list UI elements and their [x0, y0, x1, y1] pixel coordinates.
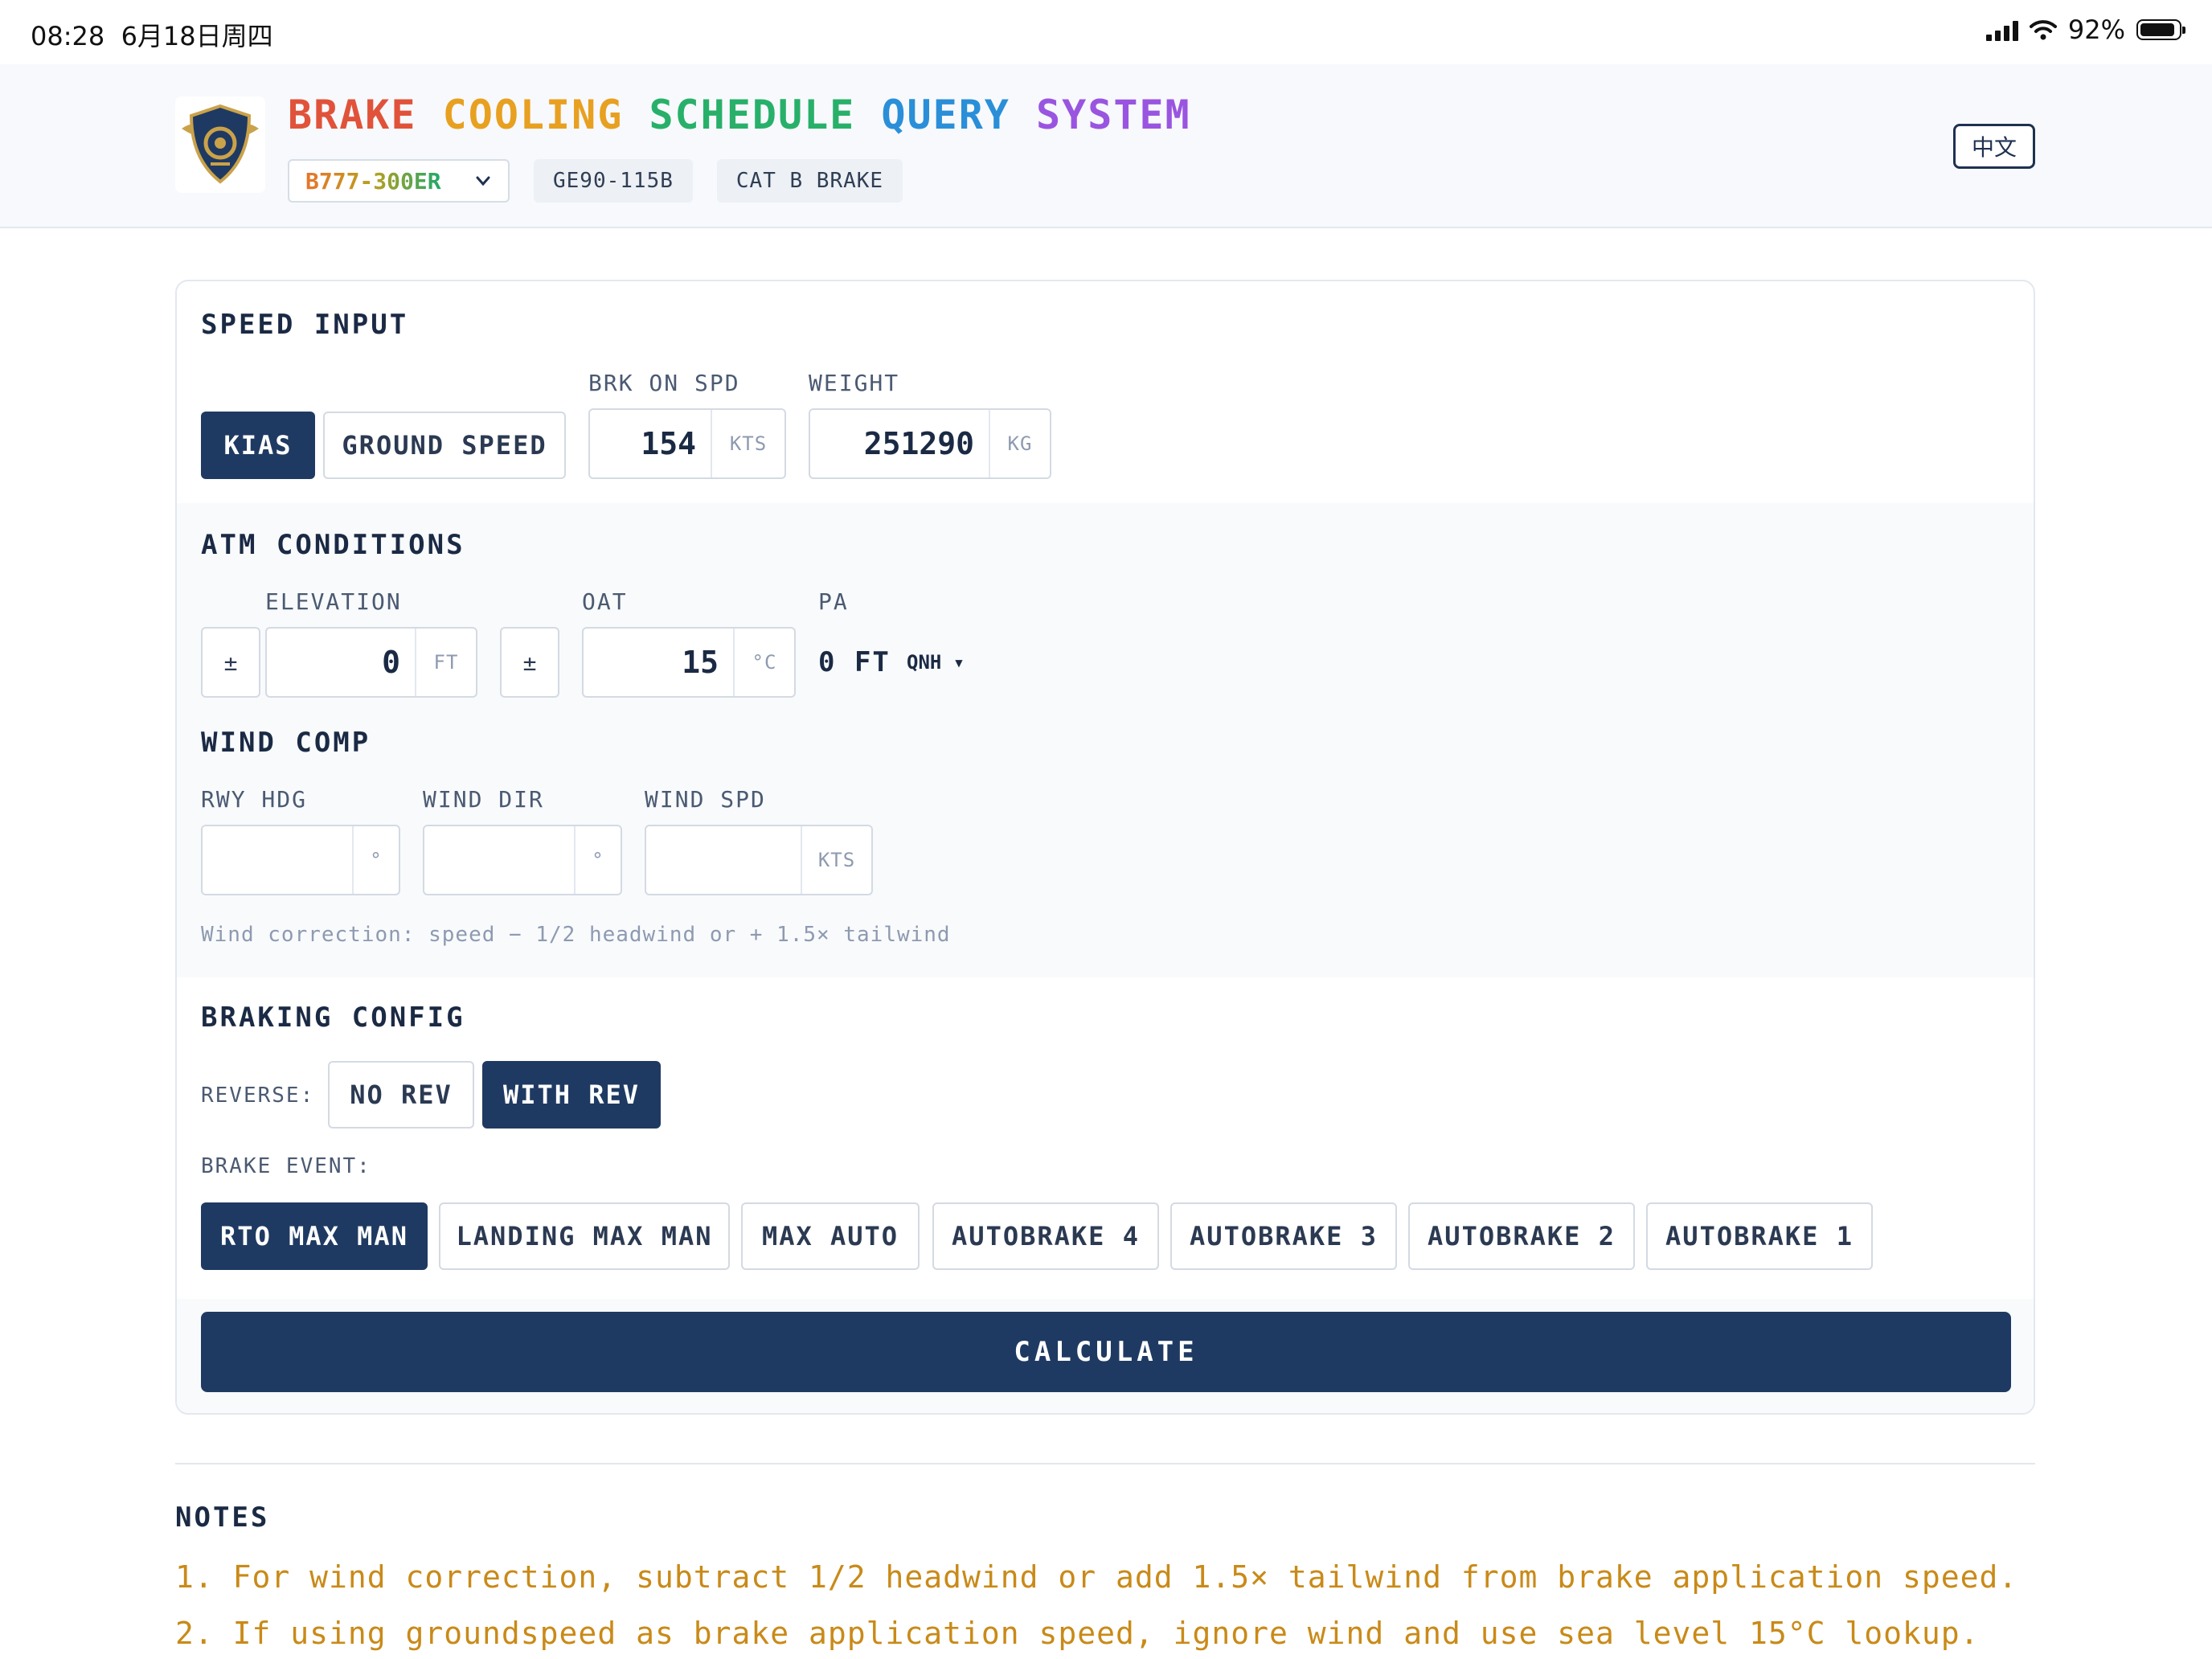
- event-autobrake-2-button[interactable]: AUTOBRAKE 2: [1408, 1202, 1635, 1270]
- section-title-speed-input: SPEED INPUT: [201, 309, 409, 341]
- title-word-4: QUERY: [881, 92, 1010, 138]
- oat-sign-toggle[interactable]: ±: [500, 627, 559, 698]
- weight-label: WEIGHT: [809, 370, 900, 396]
- notes-title: NOTES: [175, 1501, 270, 1534]
- aircraft-model-select[interactable]: B777-300ER: [288, 159, 510, 203]
- title-word-1: BRAKE: [288, 92, 417, 138]
- calculate-button[interactable]: CALCULATE: [201, 1312, 2011, 1392]
- elevation-unit: FT: [415, 629, 476, 696]
- brk-on-spd-unit: KTS: [711, 410, 784, 477]
- wind-correction-hint: Wind correction: speed − 1/2 headwind or…: [201, 923, 951, 947]
- reverse-no-rev-button[interactable]: NO REV: [328, 1061, 474, 1129]
- reverse-label: REVERSE:: [201, 1083, 315, 1108]
- wind-dir-unit: °: [574, 826, 621, 894]
- cellular-signal-icon: [1985, 18, 2018, 41]
- brk-on-spd-label: BRK ON SPD: [588, 370, 740, 396]
- qnh-dropdown[interactable]: QNH ▾: [907, 651, 965, 674]
- rwy-hdg-unit: °: [352, 826, 399, 894]
- chevron-down-icon: [476, 176, 490, 186]
- battery-icon: [2136, 19, 2185, 40]
- reverse-with-rev-button[interactable]: WITH REV: [482, 1061, 661, 1129]
- oat-input[interactable]: 15 °C: [582, 627, 796, 698]
- section-divider: [175, 1463, 2035, 1464]
- section-title-wind-comp: WIND COMP: [201, 727, 371, 759]
- speed-input-section: SPEED INPUT BRK ON SPD WEIGHT KIAS GROUN…: [177, 281, 2034, 503]
- pa-value: 0 FT: [818, 646, 891, 678]
- title-word-3: SCHEDULE: [649, 92, 856, 138]
- event-max-auto-button[interactable]: MAX AUTO: [741, 1202, 920, 1270]
- input-card: SPEED INPUT BRK ON SPD WEIGHT KIAS GROUN…: [175, 280, 2035, 1415]
- engine-tag: GE90-115B: [534, 159, 693, 203]
- status-time: 08:28 6月18日周四: [31, 21, 273, 51]
- elevation-value: 0: [382, 645, 400, 680]
- brk-on-spd-input[interactable]: 154 KTS: [588, 408, 786, 479]
- oat-value: 15: [682, 645, 719, 680]
- weight-input[interactable]: 251290 KG: [809, 408, 1051, 479]
- event-autobrake-3-button[interactable]: AUTOBRAKE 3: [1170, 1202, 1397, 1270]
- wind-dir-label: WIND DIR: [423, 786, 544, 813]
- wind-spd-unit: KTS: [801, 826, 871, 894]
- mode-kias-button[interactable]: KIAS: [201, 412, 315, 479]
- battery-percent: 92%: [2067, 14, 2125, 45]
- app-header: BRAKE COOLING SCHEDULE QUERY SYSTEM B777…: [0, 64, 2212, 228]
- event-autobrake-4-button[interactable]: AUTOBRAKE 4: [932, 1202, 1159, 1270]
- rwy-hdg-value: [203, 826, 352, 894]
- note-item-2: 2. If using groundspeed as brake applica…: [175, 1616, 1980, 1651]
- brk-on-spd-value: 154: [641, 426, 696, 461]
- note-item-1: 1. For wind correction, subtract 1/2 hea…: [175, 1559, 2018, 1595]
- brake-event-label: BRAKE EVENT:: [201, 1154, 371, 1178]
- event-autobrake-1-button[interactable]: AUTOBRAKE 1: [1646, 1202, 1873, 1270]
- aircraft-model-value: B777-300ER: [305, 167, 441, 195]
- event-landing-max-man-button[interactable]: LANDING MAX MAN: [439, 1202, 730, 1270]
- winged-shield-wheel-icon: [175, 96, 265, 193]
- weight-unit: KG: [989, 410, 1050, 477]
- elevation-input[interactable]: 0 FT: [265, 627, 477, 698]
- oat-label: OAT: [582, 588, 628, 615]
- status-right: 92%: [1985, 14, 2185, 45]
- title-word-5: SYSTEM: [1036, 92, 1191, 138]
- elevation-sign-toggle[interactable]: ±: [201, 627, 260, 698]
- event-rto-max-man-button[interactable]: RTO MAX MAN: [201, 1202, 428, 1270]
- title-word-2: COOLING: [442, 92, 624, 138]
- section-title-braking-config: BRAKING CONFIG: [201, 1002, 465, 1034]
- elevation-label: ELEVATION: [265, 588, 402, 615]
- status-bar: 08:28 6月18日周四 92%: [0, 0, 2212, 64]
- wind-spd-input[interactable]: KTS: [645, 825, 873, 895]
- app-title: BRAKE COOLING SCHEDULE QUERY SYSTEM: [288, 92, 1191, 138]
- rwy-hdg-label: RWY HDG: [201, 786, 308, 813]
- weight-value: 251290: [863, 426, 974, 461]
- rwy-hdg-input[interactable]: °: [201, 825, 400, 895]
- mode-ground-speed-button[interactable]: GROUND SPEED: [323, 412, 566, 479]
- wind-dir-input[interactable]: °: [423, 825, 622, 895]
- section-title-atm-conditions: ATM CONDITIONS: [201, 529, 465, 561]
- wind-spd-label: WIND SPD: [645, 786, 766, 813]
- atm-wind-section: ATM CONDITIONS ELEVATION OAT PA ± 0 FT ±…: [177, 503, 2034, 977]
- brake-tag: CAT B BRAKE: [716, 159, 903, 203]
- wifi-icon: [2029, 20, 2057, 40]
- language-toggle-button[interactable]: 中文: [1953, 124, 2035, 169]
- wind-dir-value: [424, 826, 574, 894]
- braking-config-section: BRAKING CONFIG REVERSE: NO REV WITH REV …: [177, 977, 2034, 1299]
- oat-unit: °C: [733, 629, 794, 696]
- pa-label: PA: [818, 588, 849, 615]
- wind-spd-value: [646, 826, 801, 894]
